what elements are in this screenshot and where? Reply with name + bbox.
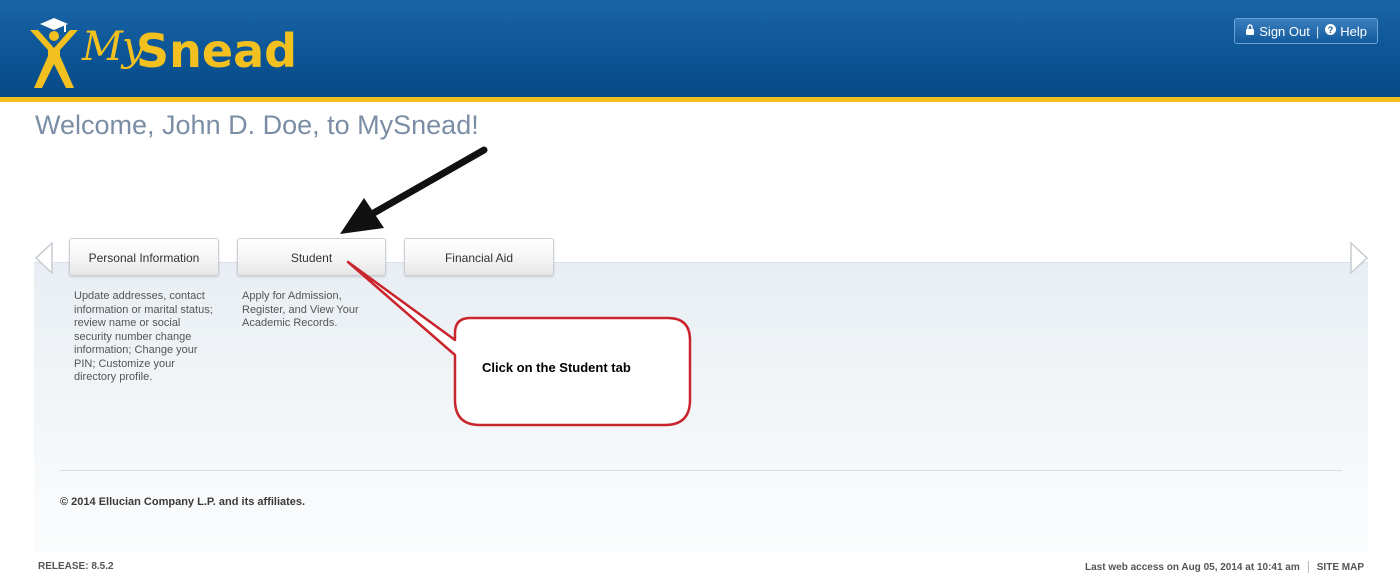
- annotation-overlay: [340, 146, 692, 427]
- footer-right: Last web access on Aug 05, 2014 at 10:41…: [1085, 561, 1364, 573]
- black-pointer-arrow: [340, 146, 488, 234]
- callout-bubble: [346, 260, 692, 427]
- last-web-access: Last web access on Aug 05, 2014 at 10:41…: [1085, 561, 1300, 573]
- callout-text: Click on the Student tab: [482, 360, 631, 375]
- release-version: RELEASE: 8.5.2: [38, 561, 114, 572]
- footer-divider: [1307, 561, 1309, 573]
- site-map-link[interactable]: SITE MAP: [1317, 562, 1364, 573]
